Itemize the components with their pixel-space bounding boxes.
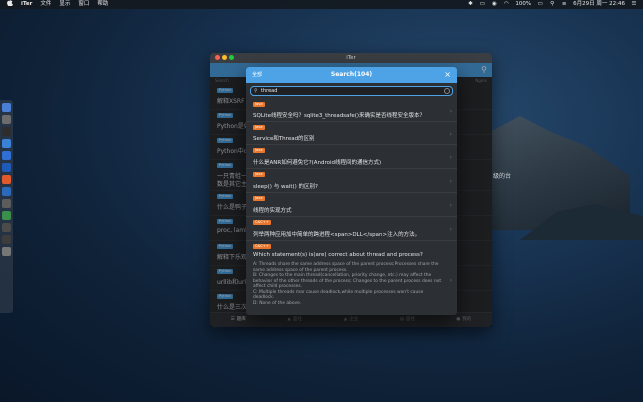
chevron-right-icon: ›: [449, 178, 452, 185]
xcode-icon[interactable]: [2, 163, 11, 172]
bluetooth-icon[interactable]: ✱: [467, 0, 473, 9]
apple-icon[interactable]: [6, 0, 13, 10]
answer-option-b: B: Changes to the main thread(cancellati…: [253, 273, 442, 289]
clear-search-icon[interactable]: [444, 88, 450, 94]
answer-option-c: C: Multiple threads mar cause deadlock,w…: [253, 289, 424, 301]
result-text: SQLite线程安全吗？sqlite3_threadsafe()来确实是否线程安…: [253, 113, 426, 119]
list-item-overflow-text: 级的台: [493, 173, 512, 180]
result-item[interactable]: C&C++ 列举两种应用加中简单的跨进程<span>DLL</span>注入的方…: [246, 217, 457, 241]
downloads-icon[interactable]: [2, 235, 11, 244]
swift-icon[interactable]: [2, 175, 11, 184]
chevron-right-icon: ›: [449, 226, 452, 233]
search-icon[interactable]: ⚲: [549, 0, 555, 9]
dock: [0, 100, 13, 313]
menu-bar: iTer 文件 显示 窗口 帮助 ✱ ▭ ◉ ◠ 100% ▭ ⚲ ≡ 6月29…: [0, 0, 643, 9]
chevron-right-icon: ›: [449, 131, 452, 138]
search-results: Java SQLite线程安全吗？sqlite3_threadsafe()来确实…: [246, 99, 457, 315]
answer-option-d: D: None of the above.: [253, 300, 302, 306]
answer-option-a: A: Threads share the same address space …: [253, 262, 439, 273]
result-item[interactable]: C&C++ Which statement(s) is(are) correct…: [246, 241, 457, 315]
category-badge: Java: [253, 148, 265, 153]
control-center-icon[interactable]: ≡: [561, 0, 567, 9]
airplay-icon[interactable]: ▭: [479, 0, 485, 9]
result-text: 什么是ANR如何避免它?(Android线程间的通信方式): [253, 160, 382, 166]
category-badge: Java: [253, 125, 265, 130]
result-text: 线程的实现方式: [253, 208, 292, 214]
result-text: Which statement(s) is(are) correct about…: [253, 252, 423, 258]
chevron-right-icon: ›: [449, 277, 452, 284]
result-item[interactable]: Java 线程的实现方式 ›: [246, 193, 457, 217]
activity-monitor-icon[interactable]: [2, 223, 11, 232]
result-item[interactable]: Java sleep() 与 wait() 的区别? ›: [246, 169, 457, 193]
window-titlebar[interactable]: iTer: [210, 53, 492, 63]
result-item[interactable]: Java SQLite线程安全吗？sqlite3_threadsafe()来确实…: [246, 99, 457, 122]
menu-app-name[interactable]: iTer: [21, 0, 32, 9]
result-text: 列举两种应用加中简单的跨进程<span>DLL</span>注入的方法。: [253, 232, 421, 238]
terminal-icon[interactable]: [2, 127, 11, 136]
dialog-header: 全部 Search(104) ×: [246, 67, 457, 83]
battery-percent: 100%: [515, 1, 532, 7]
notification-center-icon[interactable]: ☰: [631, 0, 637, 9]
category-badge: Java: [253, 196, 265, 201]
accessibility-icon[interactable]: ◉: [491, 0, 497, 9]
category-badge: C&C++: [253, 220, 271, 225]
chevron-right-icon: ›: [449, 154, 452, 161]
safari-icon[interactable]: [2, 139, 11, 148]
search-dialog: 全部 Search(104) × ⚲ Java SQLite线程安全吗？sqli…: [246, 67, 457, 315]
result-text: Service和Thread的区别: [253, 136, 315, 142]
search-box: ⚲: [250, 86, 453, 96]
menu-help[interactable]: 帮助: [97, 0, 108, 9]
menu-file[interactable]: 文件: [40, 0, 51, 9]
result-item[interactable]: Java 什么是ANR如何避免它?(Android线程间的通信方式) ›: [246, 145, 457, 169]
trash-icon[interactable]: [2, 247, 11, 256]
launchpad-icon[interactable]: [2, 115, 11, 124]
chevron-right-icon: ›: [449, 202, 452, 209]
window-title: iTer: [346, 55, 356, 61]
category-badge: Java: [253, 102, 265, 107]
result-text: sleep() 与 wait() 的区别?: [253, 184, 318, 190]
category-badge: C&C++: [253, 244, 271, 249]
system-preferences-icon[interactable]: [2, 199, 11, 208]
category-badge: Java: [253, 172, 265, 177]
answer-options: A: Threads share the same address space …: [253, 262, 445, 306]
search-input[interactable]: [261, 87, 441, 95]
app-store-icon[interactable]: [2, 151, 11, 160]
menu-view[interactable]: 显示: [59, 0, 70, 9]
battery-icon[interactable]: ▭: [537, 0, 543, 9]
chevron-right-icon: ›: [449, 108, 452, 115]
result-item[interactable]: Java Service和Thread的区别 ›: [246, 122, 457, 145]
close-icon[interactable]: ×: [444, 67, 451, 83]
search-icon: ⚲: [254, 88, 258, 94]
menu-window[interactable]: 窗口: [78, 0, 89, 9]
finder-icon[interactable]: [2, 103, 11, 112]
dialog-title: Search(104): [330, 71, 373, 78]
wifi-icon[interactable]: ◠: [503, 0, 509, 9]
menu-clock[interactable]: 6月29日 周一 22:46: [573, 0, 625, 9]
iter-dock-icon[interactable]: [2, 211, 11, 220]
vscode-icon[interactable]: [2, 187, 11, 196]
